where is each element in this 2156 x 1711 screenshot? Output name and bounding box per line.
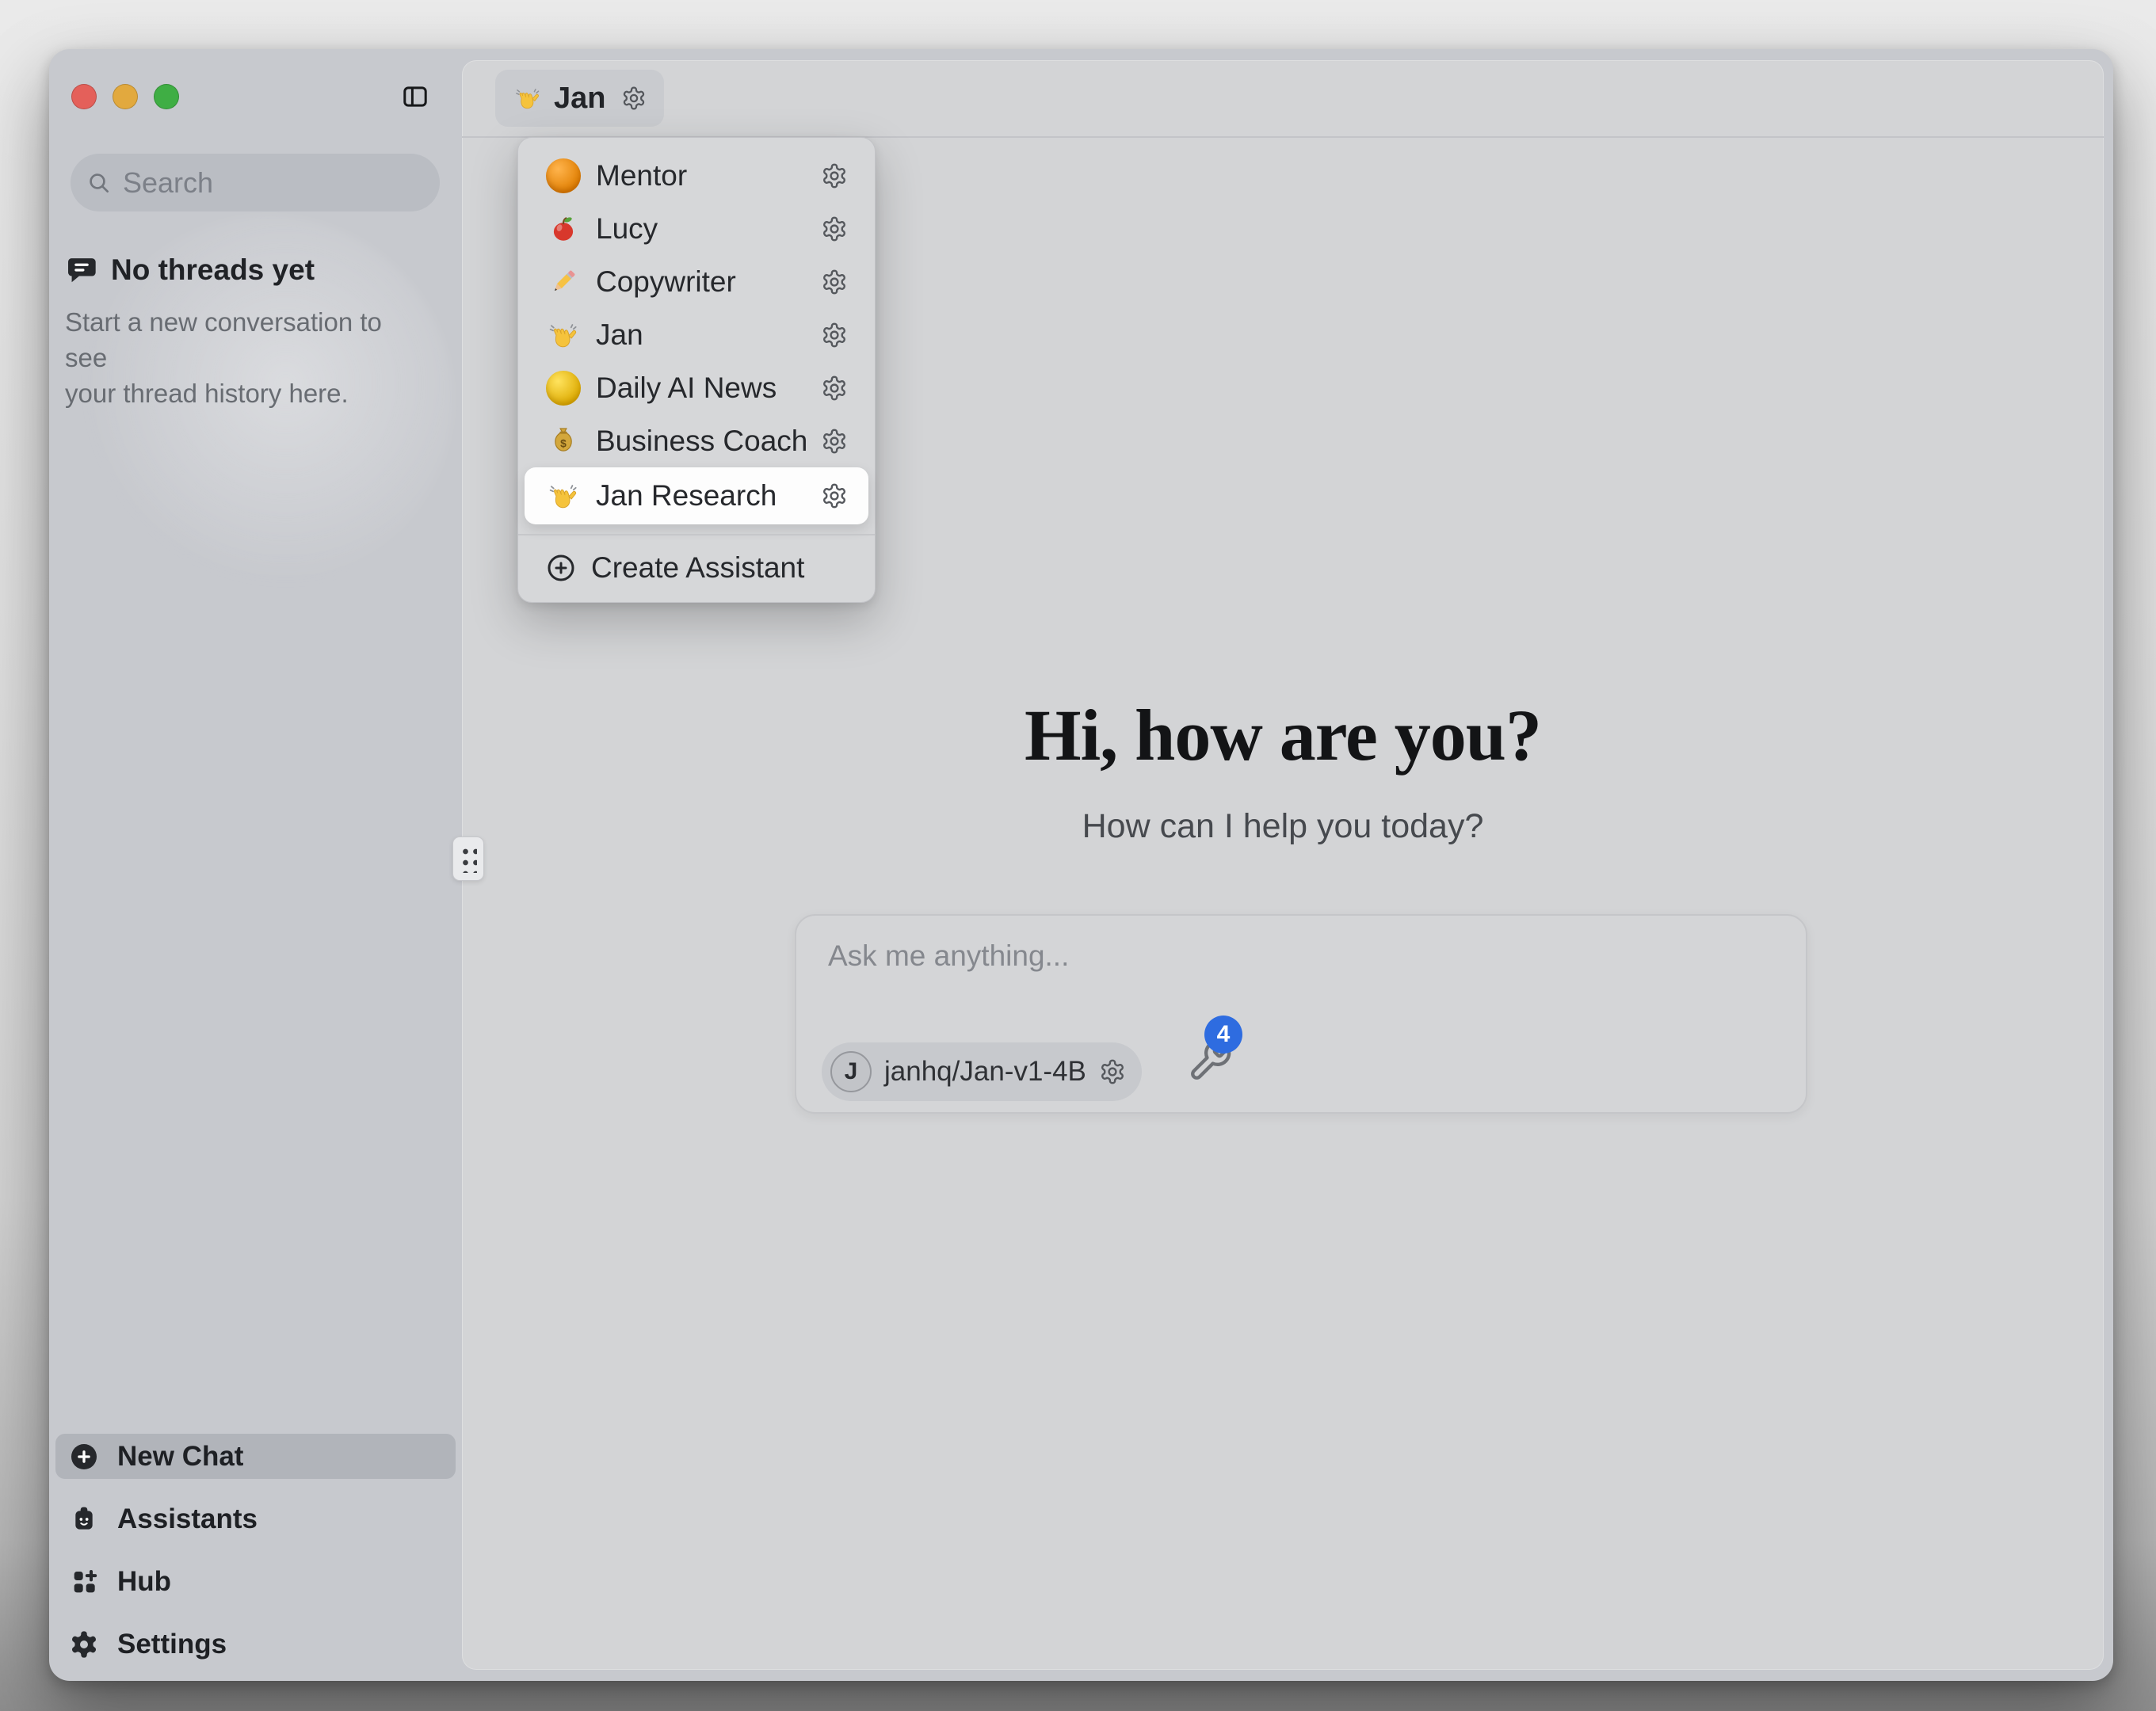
empty-state-title: No threads yet bbox=[111, 253, 315, 287]
search-input[interactable] bbox=[123, 166, 424, 200]
menu-item-label: Daily AI News bbox=[596, 372, 777, 405]
tools-count-badge: 4 bbox=[1204, 1016, 1242, 1054]
empty-state-line1: Start a new conversation to see bbox=[65, 307, 382, 372]
sidebar-resize-handle[interactable] bbox=[452, 836, 484, 881]
main-panel: Jan Mentor L bbox=[462, 60, 2104, 1670]
sidebar-item-label: Settings bbox=[117, 1629, 227, 1660]
chat-input[interactable] bbox=[828, 939, 1541, 973]
svg-text:$: $ bbox=[560, 437, 567, 449]
hub-grid-plus-icon bbox=[68, 1566, 100, 1598]
search-icon bbox=[86, 170, 112, 196]
gear-icon[interactable] bbox=[821, 375, 848, 402]
sidebar-item-new-chat[interactable]: New Chat bbox=[55, 1434, 456, 1479]
empty-state-line2: your thread history here. bbox=[65, 379, 349, 408]
thread-bubble-icon bbox=[65, 253, 98, 287]
money-bag-icon: $ bbox=[545, 424, 582, 459]
menu-item-jan[interactable]: Jan bbox=[525, 308, 868, 361]
menu-separator bbox=[518, 534, 875, 535]
chat-composer[interactable]: J janhq/Jan-v1-4B 4 bbox=[795, 914, 1807, 1114]
menu-item-label: Lucy bbox=[596, 212, 658, 246]
menu-item-jan-research[interactable]: Jan Research bbox=[525, 467, 868, 524]
sidebar: No threads yet Start a new conversation … bbox=[49, 49, 462, 1681]
greeting-subtitle: How can I help you today? bbox=[462, 807, 2104, 846]
menu-item-daily-ai-news[interactable]: Daily AI News bbox=[525, 361, 868, 414]
assistant-dropdown-menu: Mentor Lucy bbox=[517, 137, 876, 603]
menu-item-label: Jan Research bbox=[596, 479, 777, 513]
minimize-window-button[interactable] bbox=[113, 84, 138, 109]
close-window-button[interactable] bbox=[71, 84, 97, 109]
gear-icon[interactable] bbox=[821, 215, 848, 242]
zoom-window-button[interactable] bbox=[154, 84, 179, 109]
create-assistant-label: Create Assistant bbox=[591, 551, 804, 585]
create-assistant-button[interactable]: Create Assistant bbox=[525, 543, 868, 593]
menu-item-business-coach[interactable]: $ Business Coach bbox=[525, 414, 868, 467]
red-apple-icon bbox=[545, 211, 582, 246]
greeting-title: Hi, how are you? bbox=[462, 693, 2104, 777]
sidebar-toggle-icon[interactable] bbox=[401, 82, 429, 111]
greeting: Hi, how are you? How can I help you toda… bbox=[462, 693, 2104, 846]
sidebar-item-hub[interactable]: Hub bbox=[55, 1559, 456, 1604]
menu-item-copywriter[interactable]: Copywriter bbox=[525, 255, 868, 308]
current-assistant-name: Jan bbox=[554, 82, 605, 116]
yellow-circle-icon bbox=[545, 371, 582, 406]
gear-icon[interactable] bbox=[821, 269, 848, 295]
menu-item-label: Mentor bbox=[596, 159, 687, 192]
menu-item-mentor[interactable]: Mentor bbox=[525, 149, 868, 202]
threads-empty-state: No threads yet Start a new conversation … bbox=[65, 253, 429, 411]
circle-plus-icon bbox=[545, 552, 577, 584]
model-settings-icon[interactable] bbox=[1099, 1058, 1126, 1085]
gear-icon bbox=[68, 1629, 100, 1660]
gear-icon[interactable] bbox=[821, 482, 848, 509]
drag-dots-icon bbox=[460, 844, 477, 873]
sidebar-item-label: New Chat bbox=[117, 1441, 243, 1473]
sidebar-nav: New Chat Assistants Hub bbox=[55, 1434, 456, 1667]
waving-hand-icon bbox=[545, 318, 582, 352]
waving-hand-icon bbox=[545, 478, 582, 513]
waving-hand-icon bbox=[513, 83, 543, 113]
search-bar[interactable] bbox=[71, 154, 440, 211]
plus-circle-icon bbox=[68, 1441, 100, 1473]
assistant-settings-icon[interactable] bbox=[621, 86, 647, 111]
menu-item-label: Copywriter bbox=[596, 265, 736, 299]
orange-circle-icon bbox=[545, 158, 582, 193]
sidebar-item-assistants[interactable]: Assistants bbox=[55, 1496, 456, 1541]
main-header bbox=[462, 60, 2104, 138]
sidebar-item-label: Assistants bbox=[117, 1503, 258, 1535]
menu-item-lucy[interactable]: Lucy bbox=[525, 202, 868, 255]
menu-item-label: Jan bbox=[596, 318, 643, 352]
model-name: janhq/Jan-v1-4B bbox=[884, 1056, 1086, 1088]
sidebar-item-label: Hub bbox=[117, 1566, 171, 1598]
window-controls bbox=[71, 84, 179, 109]
app-window: No threads yet Start a new conversation … bbox=[49, 49, 2113, 1681]
gear-icon[interactable] bbox=[821, 162, 848, 189]
gear-icon[interactable] bbox=[821, 322, 848, 349]
menu-item-label: Business Coach bbox=[596, 425, 807, 458]
gear-icon[interactable] bbox=[821, 428, 848, 455]
model-avatar: J bbox=[830, 1051, 872, 1092]
pencil-icon bbox=[545, 265, 582, 299]
assistant-selector-button[interactable]: Jan bbox=[495, 70, 664, 127]
model-selector-button[interactable]: J janhq/Jan-v1-4B bbox=[822, 1042, 1142, 1101]
sidebar-item-settings[interactable]: Settings bbox=[55, 1621, 456, 1667]
assistant-robot-icon bbox=[68, 1503, 100, 1535]
tools-button[interactable]: 4 bbox=[1187, 1016, 1274, 1103]
